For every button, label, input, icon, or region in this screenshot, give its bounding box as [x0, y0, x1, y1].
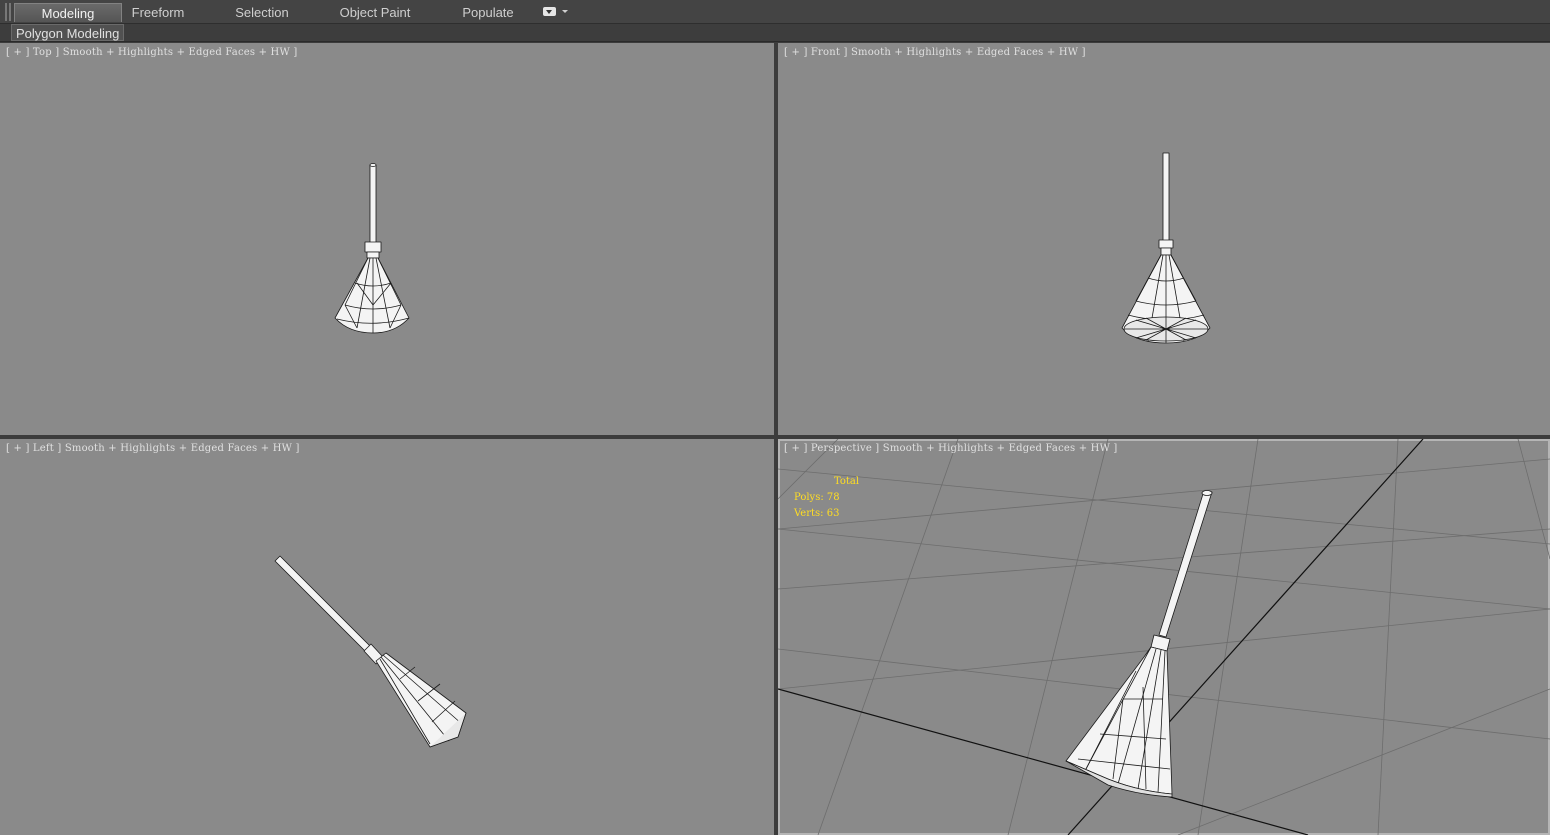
tab-object-paint[interactable]: Object Paint [330, 3, 420, 22]
ribbon-options-dropdown-button[interactable] [543, 6, 569, 19]
polygon-modeling-panel-button[interactable]: Polygon Modeling [11, 24, 125, 41]
broom-mesh-front [1121, 152, 1211, 344]
stats-polys: Polys: 78 [794, 492, 840, 503]
ribbon-panel: Polygon Modeling [0, 24, 1550, 42]
chevron-down-icon [562, 10, 568, 13]
viewport-label-perspective[interactable]: [ + ] Perspective ] Smooth + Highlights … [784, 443, 1118, 454]
scene-statistics: Total Polys: 78 Verts: 63 [794, 474, 859, 522]
ribbon-grip-handle[interactable] [9, 3, 11, 21]
ribbon-tab-bar: Modeling Freeform Selection Object Paint… [0, 0, 1550, 24]
broom-mesh-perspective [1065, 490, 1213, 798]
viewport-top[interactable]: [ + ] Top ] Smooth + Highlights + Edged … [0, 43, 774, 435]
broom-mesh-left [274, 555, 467, 748]
tab-selection[interactable]: Selection [225, 3, 299, 22]
stats-title: Total [834, 476, 860, 487]
viewport-left[interactable]: [ + ] Left ] Smooth + Highlights + Edged… [0, 439, 774, 835]
viewport-front[interactable]: [ + ] Front ] Smooth + Highlights + Edge… [778, 43, 1550, 435]
viewport-perspective[interactable]: [ + ] Perspective ] Smooth + Highlights … [778, 439, 1550, 835]
ribbon-grip-handle[interactable] [5, 3, 7, 21]
tab-populate[interactable]: Populate [452, 3, 524, 22]
broom-mesh-top [334, 163, 410, 334]
tab-freeform[interactable]: Freeform [122, 3, 194, 22]
stats-verts: Verts: 63 [794, 508, 840, 519]
ribbon-options-icon [543, 7, 556, 16]
tab-modeling[interactable]: Modeling [14, 3, 122, 22]
